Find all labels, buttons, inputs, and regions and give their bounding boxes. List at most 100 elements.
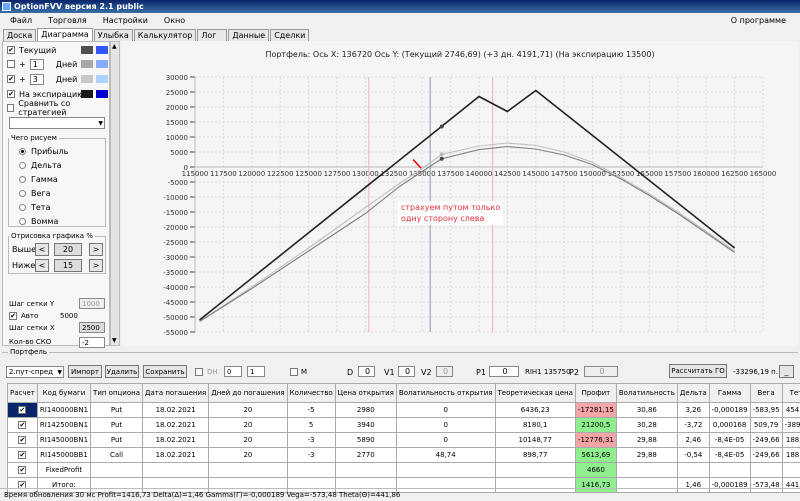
- strategy-select[interactable]: 2.пут-спред ▼: [6, 366, 64, 378]
- calculate-go-button[interactable]: Рассчитать ГО: [669, 364, 727, 378]
- column-header[interactable]: Цена открытия: [334, 383, 397, 403]
- column-header[interactable]: Тета: [781, 383, 800, 403]
- current-color-swatch[interactable]: [81, 46, 93, 54]
- column-header[interactable]: Код бумаги: [36, 383, 92, 403]
- menu-file[interactable]: Файл: [10, 16, 32, 25]
- radio-gamma[interactable]: [19, 176, 26, 183]
- scroll-up-icon[interactable]: ▲: [112, 43, 117, 50]
- radio-theta[interactable]: [19, 204, 26, 211]
- m-checkbox[interactable]: [290, 368, 298, 376]
- table-cell: [708, 462, 751, 478]
- p2-input[interactable]: 0: [584, 366, 618, 377]
- x-tick-label: 117500: [210, 170, 237, 178]
- table-row[interactable]: ✔ RI142500BN1 Put 18.02.2021 20 5 3940 0 8180,1 2…: [7, 417, 800, 433]
- radio-vega[interactable]: [19, 190, 26, 197]
- column-header[interactable]: Дельта: [676, 383, 710, 403]
- plus3-color-swatch-2[interactable]: [96, 75, 108, 83]
- table-row[interactable]: ✔FixedProfit4660X: [7, 462, 800, 478]
- d-input[interactable]: 0: [358, 366, 375, 377]
- tab-calculator[interactable]: Калькулятор: [133, 29, 197, 41]
- grid-x-input[interactable]: 2500: [79, 322, 105, 333]
- tab-smile[interactable]: Улыбка: [93, 29, 133, 41]
- left-panel-scrollbar[interactable]: ▲ ▼: [110, 41, 120, 346]
- checkbox[interactable]: ✔: [18, 451, 27, 459]
- v2-input[interactable]: 0: [436, 366, 453, 377]
- strategy-compare-select[interactable]: ▼: [9, 117, 105, 129]
- expiry-color-swatch[interactable]: [81, 90, 93, 98]
- save-button[interactable]: Сохранить: [143, 365, 187, 378]
- radio-profit[interactable]: [19, 148, 26, 155]
- tab-board[interactable]: Доска: [3, 29, 37, 41]
- tab-deals[interactable]: Сделки: [270, 29, 310, 41]
- checkbox[interactable]: ✔: [18, 436, 27, 444]
- column-header[interactable]: Вега: [749, 383, 783, 403]
- column-header[interactable]: Гамма: [708, 383, 751, 403]
- import-button[interactable]: Импорт: [68, 365, 102, 378]
- table-cell: 29,88: [615, 447, 678, 463]
- menu-window[interactable]: Окно: [164, 16, 185, 25]
- menu-settings[interactable]: Настройки: [103, 16, 148, 25]
- calc-checkbox[interactable]: ✔: [7, 402, 38, 418]
- radio-vomma[interactable]: [19, 218, 26, 225]
- column-header[interactable]: Волатильность открытия: [395, 383, 496, 403]
- auto-checkbox[interactable]: ✔: [9, 312, 17, 320]
- checkbox[interactable]: ✔: [18, 466, 27, 474]
- menu-about[interactable]: О программе: [731, 13, 786, 28]
- table-cell: RI142500BN1: [36, 417, 92, 433]
- v1-input[interactable]: 0: [398, 366, 415, 377]
- plus3-checkbox[interactable]: ✔: [7, 75, 15, 83]
- tab-diagram[interactable]: Диаграмма: [37, 28, 93, 41]
- table-row[interactable]: ✔ RI145000BB1 Call 18.02.2021 20 -3 2770 48,74 8…: [7, 447, 800, 463]
- table-row[interactable]: ✔ RI145000BN1 Put 18.02.2021 20 -3 5890 0 10148,…: [7, 432, 800, 448]
- checkbox[interactable]: ✔: [18, 406, 27, 414]
- grid-y-input[interactable]: 1000: [79, 298, 105, 309]
- checkbox[interactable]: ✔: [18, 421, 27, 429]
- profit-chart[interactable]: Портфель: Ось X: 136720 Ось Y: (Текущий …: [122, 41, 798, 346]
- app-icon: [2, 2, 11, 11]
- calc-checkbox[interactable]: ✔: [7, 417, 38, 433]
- calc-checkbox[interactable]: ✔: [7, 462, 38, 478]
- current-color-swatch-2[interactable]: [96, 46, 108, 54]
- dh-checkbox[interactable]: [195, 368, 203, 376]
- column-header[interactable]: Тип опциона: [90, 383, 143, 403]
- below-decrease-button[interactable]: <: [35, 259, 49, 272]
- v2-label: V2: [421, 368, 432, 377]
- above-increase-button[interactable]: >: [89, 243, 103, 256]
- minimize-button[interactable]: _: [779, 365, 794, 378]
- expiry-checkbox[interactable]: ✔: [7, 90, 15, 98]
- plus1-color-swatch[interactable]: [81, 60, 93, 68]
- y-tick-label: 5000: [170, 149, 188, 157]
- menu-trade[interactable]: Торговля: [48, 16, 87, 25]
- table-row[interactable]: ✔ RI140000BN1 Put 18.02.2021 20 -5 2980 0 6436,2…: [7, 402, 800, 418]
- p1-input[interactable]: 0: [489, 366, 519, 377]
- spinner-1[interactable]: 0: [224, 366, 242, 377]
- plus1-days-input[interactable]: 1: [29, 58, 44, 70]
- y-tick-label: -5000: [168, 179, 188, 187]
- table-cell: 48,74: [395, 447, 496, 463]
- scroll-down-icon[interactable]: ▼: [112, 337, 117, 344]
- tab-log[interactable]: Лог: [197, 29, 228, 41]
- column-header[interactable]: Профит: [574, 383, 617, 403]
- column-header[interactable]: Расчет: [7, 383, 38, 403]
- current-checkbox[interactable]: ✔: [7, 46, 15, 54]
- column-header[interactable]: Количество: [286, 383, 336, 403]
- plus3-days-input[interactable]: 3: [29, 73, 44, 85]
- expiry-color-swatch-2[interactable]: [96, 90, 108, 98]
- column-header[interactable]: Дата погашения: [141, 383, 210, 403]
- calc-checkbox[interactable]: ✔: [7, 447, 38, 463]
- column-header[interactable]: Дней до погашения: [208, 383, 288, 403]
- below-increase-button[interactable]: >: [89, 259, 103, 272]
- plus1-color-swatch-2[interactable]: [96, 60, 108, 68]
- column-header[interactable]: Теоретическая цена: [494, 383, 576, 403]
- column-header[interactable]: Волатильность: [615, 383, 678, 403]
- plus1-checkbox[interactable]: [7, 60, 15, 68]
- radio-delta[interactable]: [19, 162, 26, 169]
- spinner-2[interactable]: 1: [247, 366, 265, 377]
- sko-input[interactable]: -2: [79, 337, 105, 348]
- above-decrease-button[interactable]: <: [35, 243, 49, 256]
- delete-button[interactable]: Удалить: [105, 365, 139, 378]
- calc-checkbox[interactable]: ✔: [7, 432, 38, 448]
- compare-checkbox[interactable]: [7, 104, 15, 112]
- tab-data[interactable]: Данные: [228, 29, 270, 41]
- plus3-color-swatch[interactable]: [81, 75, 93, 83]
